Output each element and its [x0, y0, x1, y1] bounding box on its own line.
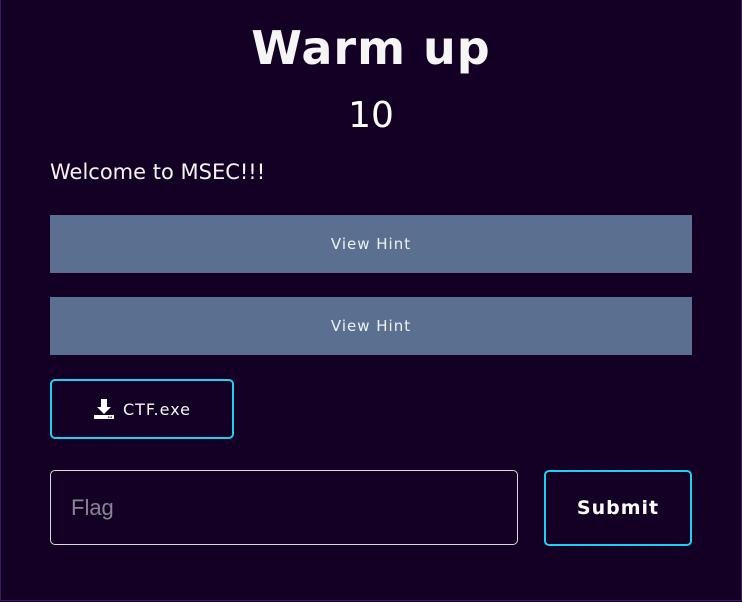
- view-hint-button-1[interactable]: View Hint: [50, 215, 692, 273]
- view-hint-button-2[interactable]: View Hint: [50, 297, 692, 355]
- challenge-description: Welcome to MSEC!!!: [50, 160, 266, 184]
- submit-button[interactable]: Submit: [544, 470, 692, 546]
- download-file-button[interactable]: CTF.exe: [50, 379, 234, 439]
- download-icon: [93, 398, 115, 420]
- hint-button-label: View Hint: [330, 235, 412, 253]
- flag-input[interactable]: [50, 470, 518, 545]
- challenge-title: Warm up: [251, 21, 491, 75]
- file-name: CTF.exe: [122, 399, 192, 419]
- challenge-modal: Warm up 10 Welcome to MSEC!!! View Hint …: [0, 0, 742, 601]
- challenge-points: 10: [348, 95, 394, 136]
- hint-button-label: View Hint: [330, 317, 412, 335]
